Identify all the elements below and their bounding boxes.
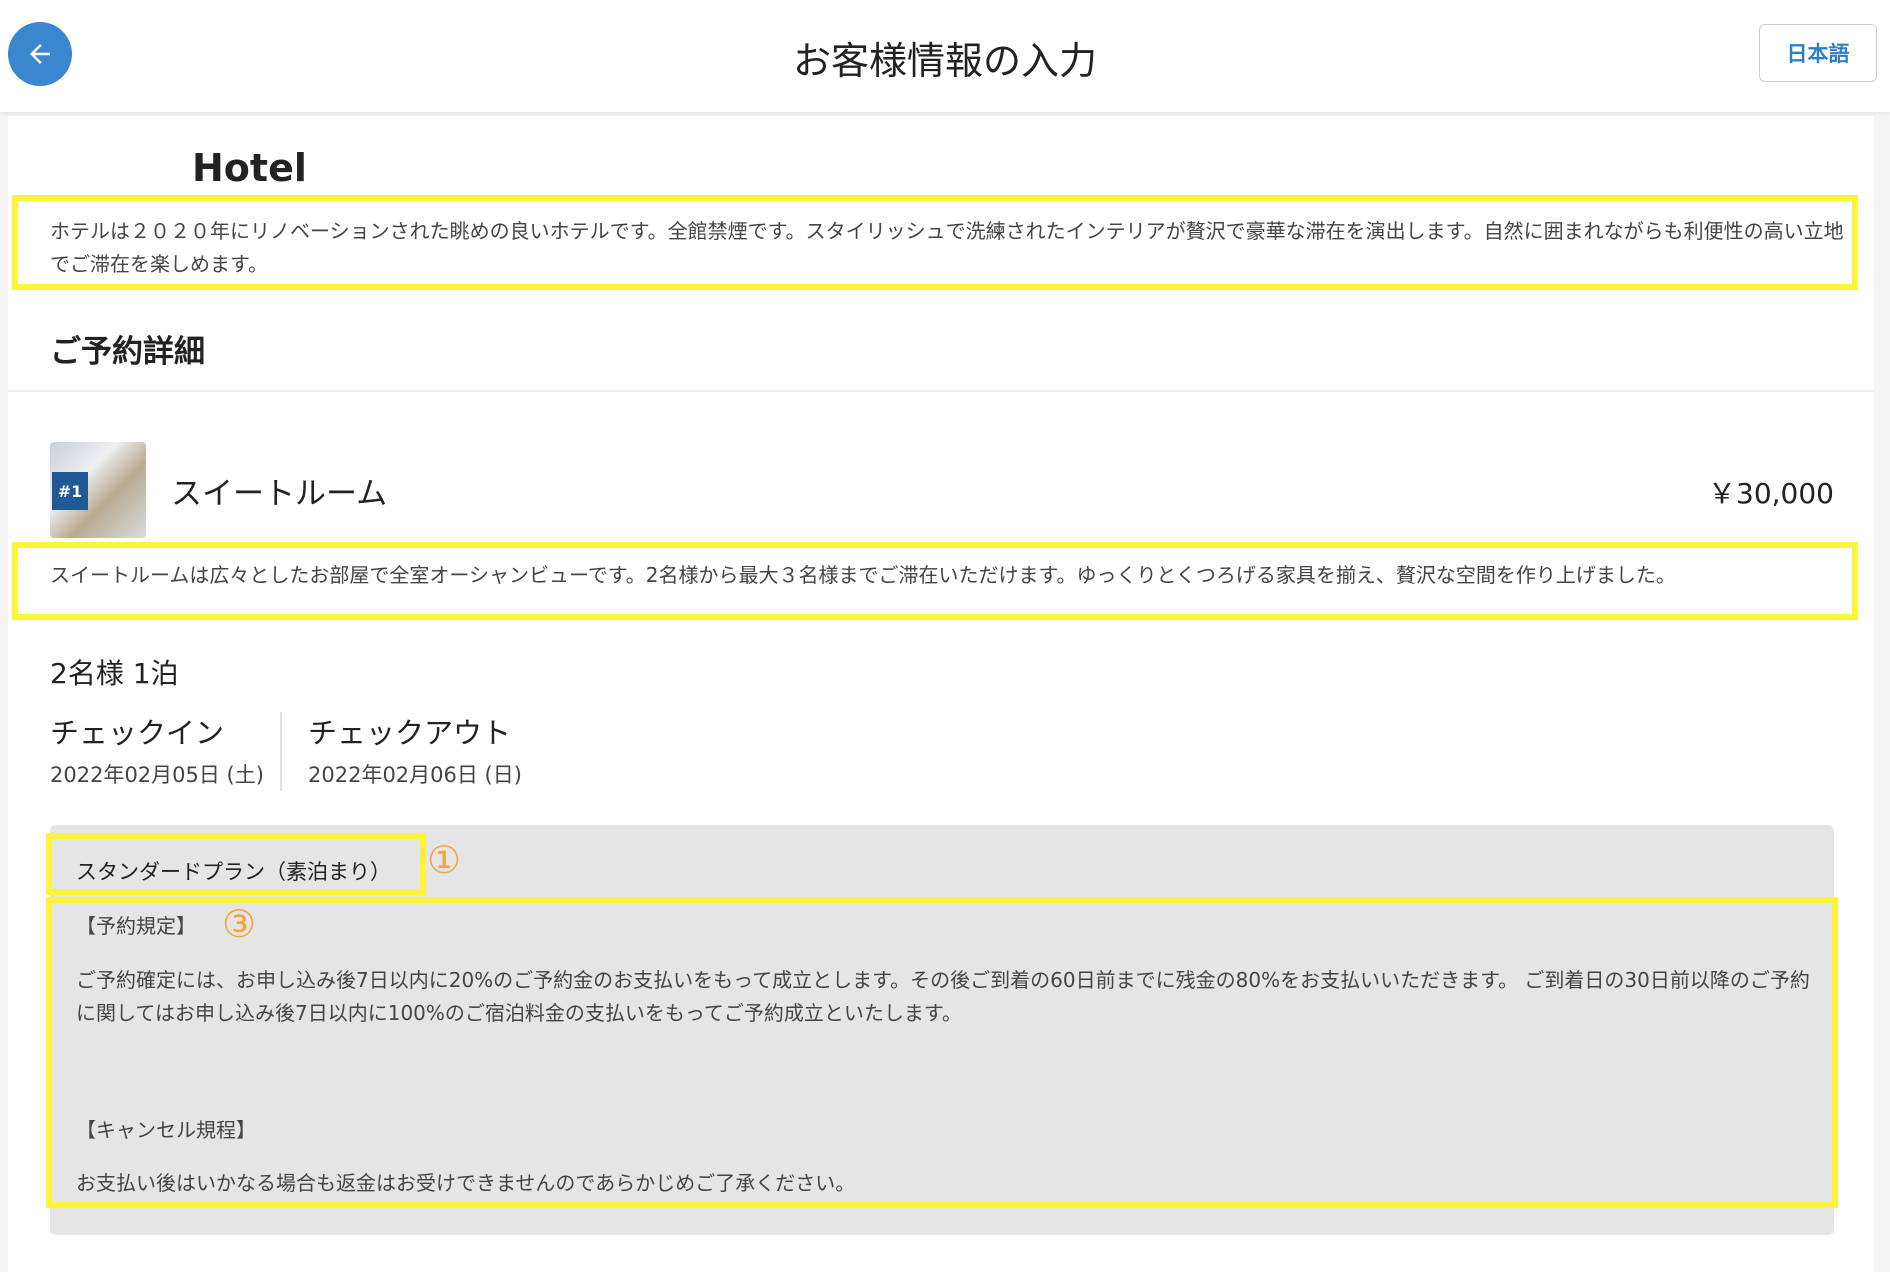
header-bar: お客様情報の入力 日本語: [0, 0, 1890, 112]
checkin-date: 2022年02月05日 (土): [50, 763, 264, 787]
checkout-date: 2022年02月06日 (日): [308, 763, 522, 787]
checkin-label: チェックイン: [50, 716, 225, 750]
annotation-marker-1: ①: [427, 838, 462, 882]
hotel-name: Hotel: [192, 146, 307, 190]
room-number-badge: #1: [52, 472, 88, 510]
rules-text: ご予約確定には、お申し込み後7日以内に20%のご予約金のお支払いをもって成立とし…: [76, 968, 1810, 1025]
checkout-label: チェックアウト: [308, 716, 512, 750]
section-divider: [8, 390, 1874, 392]
cancel-text: お支払い後はいかなる場合も返金はお受けできませんのであらかじめご了承ください。: [76, 1171, 856, 1195]
cancel-heading: 【キャンセル規程】: [76, 1118, 256, 1142]
room-name: スイートルーム: [171, 476, 388, 512]
room-description: スイートルームは広々としたお部屋で全室オーシャンビューです。2名様から最大３名様…: [50, 563, 1676, 587]
room-thumbnail: #1: [50, 442, 146, 538]
checkin-checkout-divider: [280, 712, 282, 791]
hotel-description: ホテルは２０２０年にリノベーションされた眺めの良いホテルです。全館禁煙です。スタ…: [50, 219, 1844, 276]
language-button[interactable]: 日本語: [1759, 24, 1877, 82]
rules-heading: 【予約規定】: [76, 914, 196, 938]
room-price: ￥30,000: [1708, 477, 1834, 510]
main-content: Hotel ホテルは２０２０年にリノベーションされた眺めの良いホテルです。全館禁…: [8, 116, 1874, 1272]
page-title: お客様情報の入力: [792, 39, 1097, 83]
reservation-details-title: ご予約詳細: [50, 334, 205, 370]
annotation-marker-3: ③: [222, 902, 257, 946]
guests-nights: 2名様 1泊: [50, 657, 179, 690]
plan-name: スタンダードプラン（素泊まり）: [76, 860, 391, 884]
plan-rules-highlight: [46, 897, 1838, 1208]
